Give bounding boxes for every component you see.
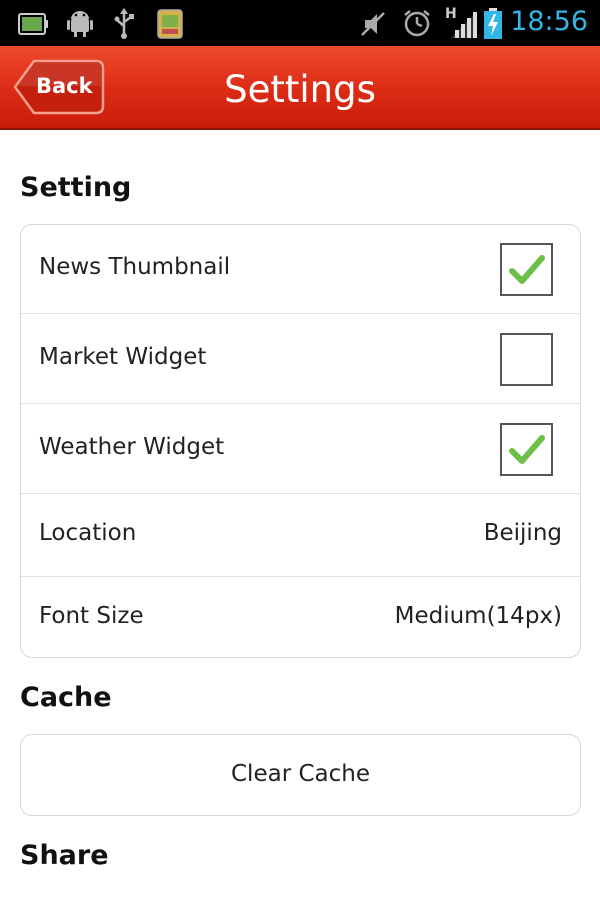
market-widget-label: Market Widget [39, 344, 207, 370]
clear-cache-label: Clear Cache [231, 761, 370, 787]
settings-panel: News Thumbnail Market Widget Weather Wid… [20, 224, 581, 658]
weather-widget-checkbox[interactable] [500, 423, 553, 476]
network-type-label: H [445, 6, 457, 22]
battery-charging-icon [483, 8, 503, 44]
font-size-row[interactable]: Font Size Medium(14px) [21, 577, 580, 659]
market-widget-row[interactable]: Market Widget [21, 314, 580, 404]
clear-cache-button[interactable]: Clear Cache [20, 734, 581, 816]
cache-section-title: Cache [20, 682, 112, 713]
weather-widget-row[interactable]: Weather Widget [21, 404, 580, 494]
font-size-value: Medium(14px) [394, 603, 562, 629]
usb-icon [112, 8, 136, 44]
location-value: Beijing [483, 520, 562, 546]
clock-time: 18:56 [510, 6, 588, 37]
news-thumbnail-label: News Thumbnail [39, 254, 231, 280]
title-bar: Back Settings [0, 46, 600, 130]
location-row[interactable]: Location Beijing [21, 494, 580, 577]
weather-widget-label: Weather Widget [39, 434, 225, 460]
news-thumbnail-row[interactable]: News Thumbnail [21, 225, 580, 314]
location-label: Location [39, 520, 137, 546]
android-debug-icon [65, 9, 95, 43]
checkmark-icon [509, 255, 545, 284]
silent-mode-icon [359, 10, 387, 42]
battery-status-icon [18, 13, 48, 39]
page-title: Settings [224, 68, 376, 111]
status-bar: H 18:56 [0, 0, 600, 46]
setting-section-title: Setting [20, 172, 132, 203]
sd-card-icon [157, 9, 183, 43]
font-size-label: Font Size [39, 603, 144, 629]
signal-hspa-icon: H [445, 6, 479, 44]
checkmark-icon [509, 435, 545, 464]
market-widget-checkbox[interactable] [500, 333, 553, 386]
alarm-icon [402, 8, 432, 42]
share-section-title: Share [20, 840, 109, 871]
news-thumbnail-checkbox[interactable] [500, 243, 553, 296]
